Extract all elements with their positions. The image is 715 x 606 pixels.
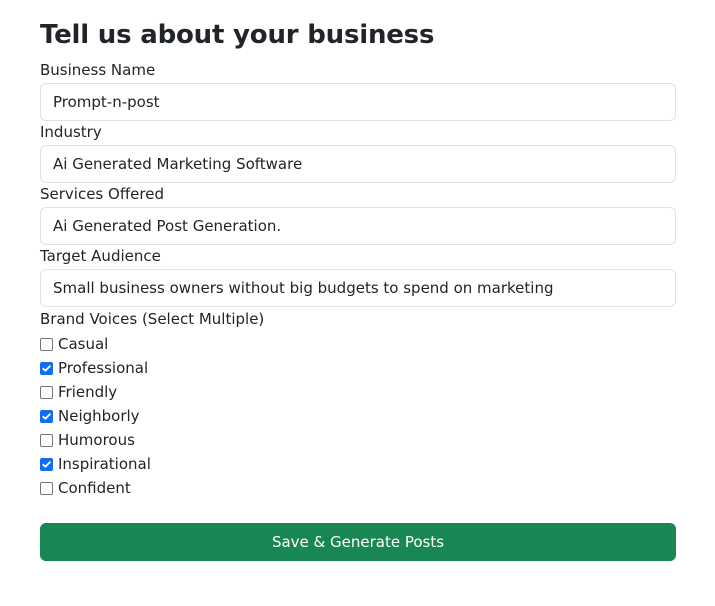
brand-voice-label: Humorous (58, 431, 135, 449)
checkmark-icon (42, 460, 51, 468)
checkbox-unchecked[interactable] (40, 385, 53, 399)
audience-label: Target Audience (40, 247, 161, 265)
industry-input[interactable] (40, 145, 676, 183)
checkbox-unchecked[interactable] (40, 481, 53, 495)
brand-voices-group: Brand Voices (Select Multiple) Casual Pro… (40, 309, 676, 500)
brand-voice-label: Inspirational (58, 455, 151, 473)
brand-voice-option[interactable]: Casual (40, 332, 676, 356)
brand-voice-option[interactable]: Friendly (40, 380, 676, 404)
brand-voice-option[interactable]: Neighborly (40, 404, 676, 428)
page-title: Tell us about your business (40, 20, 435, 50)
checkbox-unchecked[interactable] (40, 433, 53, 447)
business-name-input[interactable] (40, 83, 676, 121)
brand-voice-option[interactable]: Humorous (40, 428, 676, 452)
checkmark-icon (42, 412, 51, 420)
brand-voice-label: Confident (58, 479, 131, 497)
brand-voices-list: Casual Professional Friendly Neighborly Humo… (40, 332, 676, 500)
business-form: Tell us about your business Business Nam… (40, 0, 676, 500)
business-name-label: Business Name (40, 61, 156, 79)
brand-voice-label: Professional (58, 359, 149, 377)
checkbox-checked[interactable] (40, 361, 53, 375)
checkbox-unchecked[interactable] (40, 337, 53, 351)
brand-voice-option[interactable]: Inspirational (40, 452, 676, 476)
business-name-group: Business Name (40, 60, 676, 121)
services-group: Services Offered (40, 184, 676, 245)
checkbox-checked[interactable] (40, 409, 53, 423)
brand-voice-label: Neighborly (58, 407, 140, 425)
brand-voice-label: Casual (58, 335, 109, 353)
save-generate-button[interactable]: Save & Generate Posts (40, 523, 676, 561)
industry-label: Industry (40, 123, 102, 141)
audience-input[interactable] (40, 269, 676, 307)
brand-voice-option[interactable]: Confident (40, 476, 676, 500)
audience-group: Target Audience (40, 246, 676, 307)
industry-group: Industry (40, 122, 676, 183)
brand-voices-label: Brand Voices (Select Multiple) (40, 310, 265, 328)
services-input[interactable] (40, 207, 676, 245)
services-label: Services Offered (40, 185, 164, 203)
brand-voice-label: Friendly (58, 383, 118, 401)
checkbox-checked[interactable] (40, 457, 53, 471)
checkmark-icon (42, 364, 51, 372)
brand-voice-option[interactable]: Professional (40, 356, 676, 380)
